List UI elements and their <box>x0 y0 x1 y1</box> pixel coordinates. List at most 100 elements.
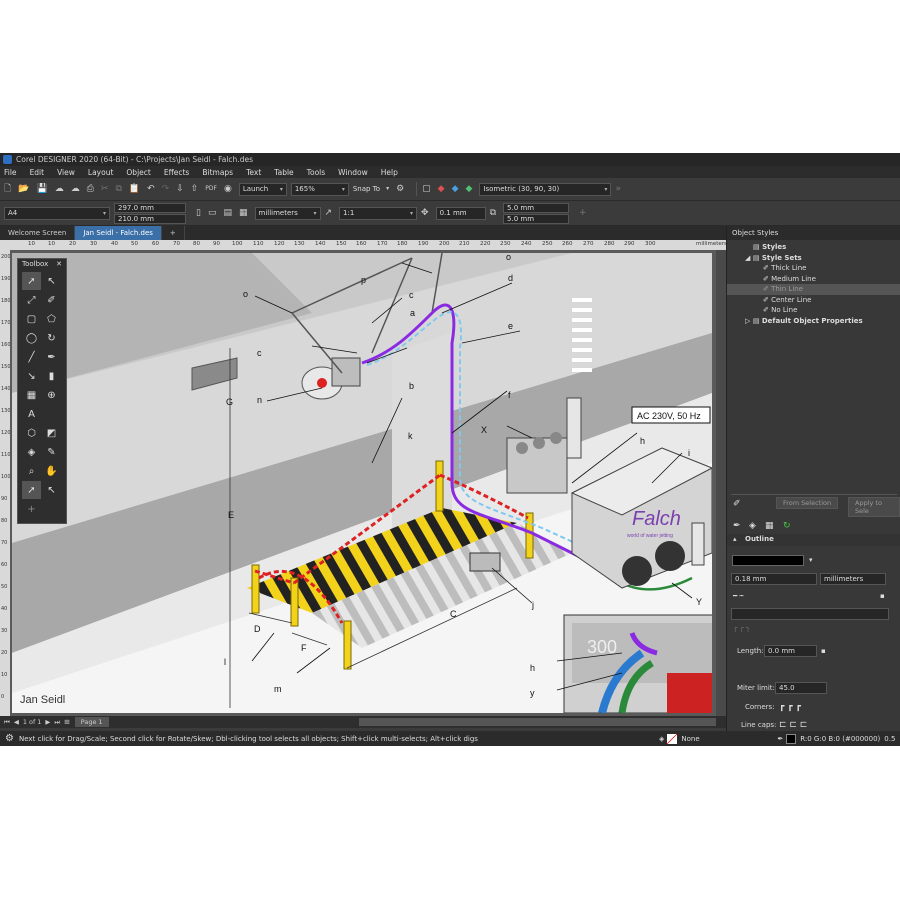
open-folder-icon[interactable]: 📂 <box>18 184 29 194</box>
new-tab-plus-icon[interactable]: + <box>162 226 185 240</box>
corel-connect-icon[interactable]: ◉ <box>224 184 232 194</box>
landscape-icon[interactable]: ▭ <box>208 208 217 218</box>
tab-falch-document[interactable]: Jan Seidl - Falch.des <box>75 226 162 240</box>
page-size-dropdown[interactable]: A4 ▾ <box>4 206 110 220</box>
add-preset-icon[interactable]: + <box>579 208 587 218</box>
page-tab[interactable]: Page 1 <box>74 717 109 727</box>
length-field[interactable]: 0.0 mm <box>764 645 817 657</box>
technical-illustration[interactable]: Falch world of water jetting AC 230V, 50… <box>12 253 712 713</box>
snap-to-dropdown[interactable]: Snap To <box>353 185 380 193</box>
snap-dropdown-arrow-icon[interactable]: ▾ <box>386 186 389 192</box>
options-gear-icon[interactable]: ⚙ <box>396 184 404 194</box>
outline-units-dropdown[interactable]: millimeters <box>820 573 886 585</box>
page-width-field[interactable]: 297.0 mm <box>114 202 186 213</box>
outline-section-header[interactable]: ▴ Outline <box>727 534 900 546</box>
tree-item-style-sets[interactable]: ◢ ▤ Style Sets <box>727 253 900 264</box>
print-icon[interactable]: ⎙ <box>87 184 94 194</box>
menu-help[interactable]: Help <box>381 168 398 177</box>
cylinder-tool-icon[interactable]: ▮ <box>42 367 61 385</box>
undo-icon[interactable]: ↶ <box>147 184 155 194</box>
outline-color-picker[interactable] <box>732 555 804 566</box>
cube-green-icon[interactable]: ◆ <box>466 184 473 194</box>
add-page-icon[interactable]: ⊞ <box>64 718 69 726</box>
menu-file[interactable]: File <box>4 168 17 177</box>
zoom-tool-icon[interactable]: ⌕ <box>22 462 41 480</box>
pick-tool-secondary-icon[interactable]: ➚ <box>22 481 41 499</box>
from-selection-button[interactable]: From Selection <box>776 497 839 509</box>
horizontal-ruler[interactable]: 10 10 20 30 40 50 60 70 80 90 100 110 12… <box>0 240 726 250</box>
fill-tool-icon[interactable]: ◈ <box>22 443 41 461</box>
pick-tool-icon[interactable]: ➚ <box>22 272 41 290</box>
add-tool-icon[interactable]: + <box>22 500 41 518</box>
cloud-download-icon[interactable]: ☁ <box>55 184 64 194</box>
menu-layout[interactable]: Layout <box>88 168 114 177</box>
tree-item-styles[interactable]: ▤ Styles <box>727 242 900 253</box>
import-icon[interactable]: ⇩ <box>176 184 184 194</box>
table-tool-icon[interactable]: ▦ <box>22 386 41 404</box>
style-add-icon[interactable]: ✐ <box>733 499 741 509</box>
pdf-icon[interactable]: PDF <box>205 186 217 192</box>
page-height-field[interactable]: 210.0 mm <box>114 213 186 224</box>
menu-table[interactable]: Table <box>274 168 293 177</box>
line-style-icon[interactable]: ━ ┅ <box>733 592 744 600</box>
export-icon[interactable]: ⇧ <box>191 184 199 194</box>
outline-pen-icon[interactable]: ✒ <box>733 521 741 531</box>
tree-item-center-line[interactable]: ✐ Center Line <box>727 295 900 306</box>
tree-item-thin-line[interactable]: ✐ Thin Line <box>727 284 900 295</box>
drawing-page[interactable]: Falch world of water jetting AC 230V, 50… <box>12 253 712 713</box>
launch-dropdown[interactable]: Launch ▾ <box>238 182 287 196</box>
tree-item-thick-line[interactable]: ✐ Thick Line <box>727 263 900 274</box>
status-gear-icon[interactable]: ⚙ <box>5 733 14 744</box>
portrait-icon[interactable]: ▯ <box>196 208 201 218</box>
units-dropdown[interactable]: millimeters ▾ <box>254 206 321 220</box>
knife-tool-icon[interactable]: ✐ <box>42 291 61 309</box>
no-fill-swatch[interactable] <box>667 733 678 744</box>
line-cap-icons[interactable]: ⊏ ⊏ ⊏ <box>779 720 807 730</box>
tree-item-default-properties[interactable]: ▷ ▤ Default Object Properties <box>727 316 900 327</box>
line-tool-icon[interactable]: ╱ <box>22 348 41 366</box>
menu-bitmaps[interactable]: Bitmaps <box>202 168 233 177</box>
close-icon[interactable]: ✕ <box>56 260 62 269</box>
menu-text[interactable]: Text <box>246 168 261 177</box>
menu-edit[interactable]: Edit <box>30 168 45 177</box>
cube-blue-icon[interactable]: ◆ <box>452 184 459 194</box>
drawing-plane-dropdown[interactable]: Isometric (30, 90, 30) ▾ <box>479 182 612 196</box>
tab-welcome-screen[interactable]: Welcome Screen <box>0 226 76 240</box>
cloud-upload-icon[interactable]: ☁ <box>71 184 80 194</box>
previous-page-icon[interactable]: ◀ <box>14 718 19 726</box>
horizontal-scrollbar[interactable] <box>358 718 716 726</box>
page-frame-icon[interactable]: ▢ <box>422 184 431 194</box>
character-icon[interactable]: ↻ <box>783 521 791 531</box>
miter-limit-field[interactable]: 45.0 <box>775 682 827 694</box>
pen-tool-icon[interactable]: ✒ <box>42 348 61 366</box>
nudge-distance-field[interactable]: 0.1 mm <box>435 206 486 220</box>
all-pages-icon[interactable]: ▤ <box>223 208 232 218</box>
color-dropdown-arrow-icon[interactable]: ▾ <box>809 556 813 564</box>
drawing-scale-icon[interactable]: ↗ <box>325 208 333 218</box>
first-page-icon[interactable]: ⏮ <box>4 718 10 727</box>
menu-object[interactable]: Object <box>126 168 150 177</box>
copy-icon[interactable]: ⧉ <box>115 184 121 194</box>
tree-item-no-line[interactable]: ✐ No Line <box>727 305 900 316</box>
line-style-settings-icon[interactable]: ▪ <box>880 592 885 600</box>
shape-tool-icon[interactable]: ↖ <box>42 272 61 290</box>
cut-icon[interactable]: ✂ <box>101 184 109 194</box>
toolbox-header[interactable]: Toolbox ✕ <box>18 259 66 270</box>
zoom-level-dropdown[interactable]: 165% ▾ <box>290 182 349 196</box>
fill-status-icon[interactable]: ◈ <box>659 735 664 743</box>
menu-window[interactable]: Window <box>338 168 368 177</box>
rectangle-tool-icon[interactable]: ▢ <box>22 310 41 328</box>
new-document-icon[interactable]: 🗋 <box>4 184 11 194</box>
duplicate-x-field[interactable]: 5.0 mm <box>503 202 570 213</box>
next-page-icon[interactable]: ▶ <box>45 718 50 726</box>
length-lock-icon[interactable]: ▪ <box>821 647 826 655</box>
tree-item-medium-line[interactable]: ✐ Medium Line <box>727 274 900 285</box>
freehand-pick-icon[interactable]: ↖ <box>42 481 61 499</box>
line-style-dropdown[interactable] <box>731 608 889 620</box>
vertical-ruler[interactable]: 200 190 180 170 160 150 140 130 120 110 … <box>0 250 10 716</box>
crop-tool-icon[interactable]: ⤢ <box>22 291 41 309</box>
callout-tool-icon[interactable]: ⊕ <box>42 386 61 404</box>
ellipse-tool-icon[interactable]: ◯ <box>22 329 41 347</box>
drawing-scale-dropdown[interactable]: 1:1 ▾ <box>339 206 418 220</box>
pan-tool-icon[interactable]: ✋ <box>42 462 61 480</box>
